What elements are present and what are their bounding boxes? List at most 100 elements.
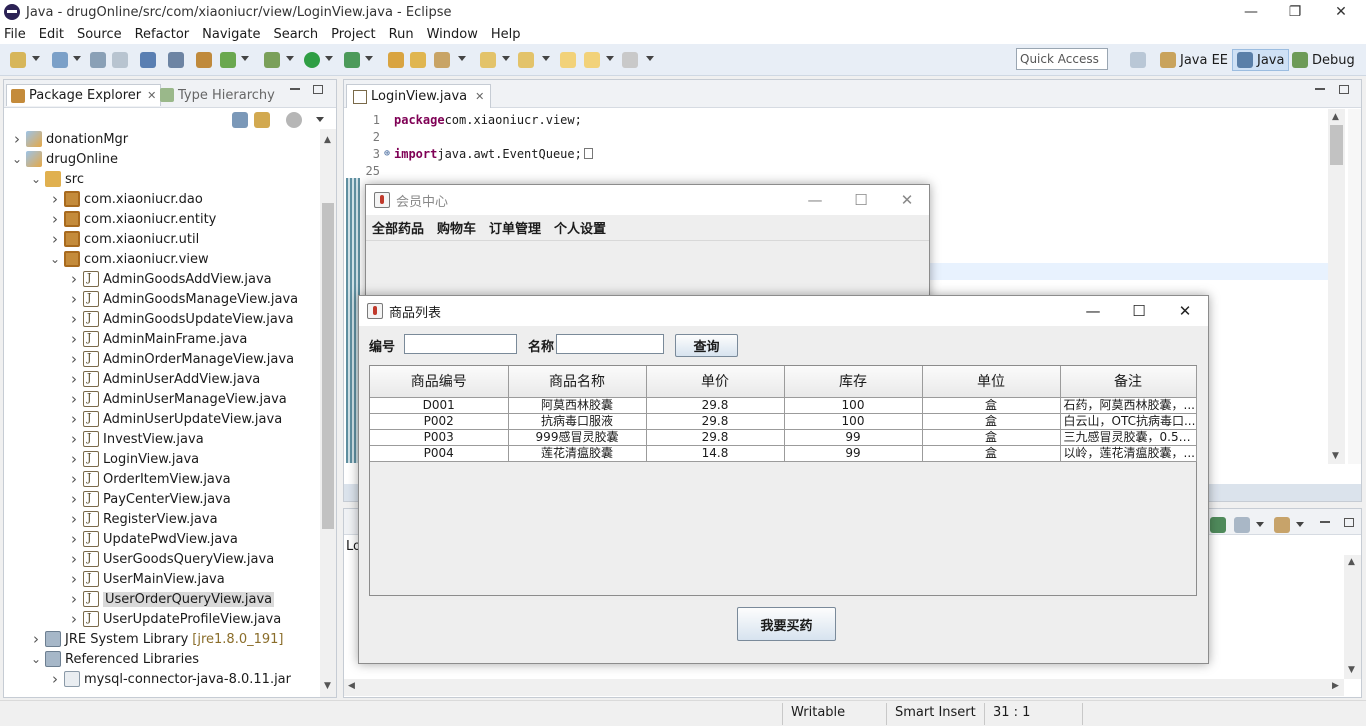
table-cell[interactable]: 14.8 xyxy=(646,445,785,462)
tree-item[interactable]: ⌄ src xyxy=(29,169,84,189)
chevron-right-icon[interactable]: › xyxy=(67,590,81,608)
perspective-debug[interactable]: Debug xyxy=(1288,49,1359,71)
table-cell[interactable]: 999感冒灵胶囊 xyxy=(508,429,647,446)
debug-icon[interactable] xyxy=(264,52,280,68)
maximize-editor-icon[interactable] xyxy=(1339,85,1349,94)
chevron-right-icon[interactable]: › xyxy=(48,190,62,208)
editor-scrollbar-thumb[interactable] xyxy=(1330,125,1343,165)
menu-cart[interactable]: 购物车 xyxy=(437,218,476,237)
tree-item[interactable]: › UserGoodsQueryView.java xyxy=(67,549,274,569)
chevron-right-icon[interactable]: › xyxy=(67,490,81,508)
tree-item[interactable]: › UserMainView.java xyxy=(67,569,225,589)
minimize-console-icon[interactable] xyxy=(1320,521,1330,523)
save-all-icon[interactable] xyxy=(90,52,106,68)
member-minimize-button[interactable]: — xyxy=(792,185,838,215)
package-tree-scrollbar[interactable]: ▲ ▼ xyxy=(320,129,336,697)
focus-icon[interactable] xyxy=(286,112,302,128)
run-icon[interactable] xyxy=(304,52,320,68)
chevron-right-icon[interactable]: › xyxy=(67,570,81,588)
display-console-dropdown-icon[interactable] xyxy=(1256,522,1264,527)
menu-edit[interactable]: Edit xyxy=(39,27,64,42)
chevron-right-icon[interactable]: › xyxy=(67,310,81,328)
chevron-right-icon[interactable]: › xyxy=(67,350,81,368)
table-cell[interactable]: 盒 xyxy=(922,413,1061,430)
search-icon[interactable] xyxy=(434,52,450,68)
menu-run[interactable]: Run xyxy=(389,27,414,42)
chevron-right-icon[interactable]: › xyxy=(67,410,81,428)
column-header[interactable]: 备注 xyxy=(1060,366,1197,398)
tree-item[interactable]: › JRE System Library [jre1.8.0_191] xyxy=(29,629,283,649)
table-row[interactable]: P003 999感冒灵胶囊 29.8 99 盒 三九感冒灵胶囊，0.5G... xyxy=(370,429,1197,446)
quick-access-input[interactable]: Quick Access xyxy=(1016,48,1108,70)
close-tab-icon[interactable]: ✕ xyxy=(475,90,484,103)
tree-item[interactable]: › com.xiaoniucr.entity xyxy=(48,209,216,229)
tree-item[interactable]: › PayCenterView.java xyxy=(67,489,231,509)
chevron-down-icon[interactable]: ⌄ xyxy=(10,152,24,166)
minimize-editor-icon[interactable] xyxy=(1315,88,1325,90)
tree-item[interactable]: ⌄ Referenced Libraries xyxy=(29,649,199,669)
chevron-right-icon[interactable]: › xyxy=(67,270,81,288)
table-cell[interactable]: D001 xyxy=(370,397,509,414)
table-cell[interactable]: 白云山，OTC抗病毒口... xyxy=(1060,413,1197,430)
table-cell[interactable]: 盒 xyxy=(922,397,1061,414)
display-console-icon[interactable] xyxy=(1234,517,1250,533)
perspective-java[interactable]: Java xyxy=(1232,49,1290,71)
table-cell[interactable]: 100 xyxy=(784,413,923,430)
menu-settings[interactable]: 个人设置 xyxy=(554,218,606,237)
table-row[interactable]: D001 阿莫西林胶囊 29.8 100 盒 石药，阿莫西林胶囊，... xyxy=(370,397,1197,414)
prev-annotation-dropdown-icon[interactable] xyxy=(542,56,550,61)
code-line[interactable]: 1 package com.xiaoniucr.view; xyxy=(344,111,582,128)
external-tools-icon[interactable] xyxy=(344,52,360,68)
tree-item[interactable]: › AdminUserUpdateView.java xyxy=(67,409,282,429)
open-type-icon[interactable] xyxy=(388,52,404,68)
back-dropdown-icon[interactable] xyxy=(606,56,614,61)
column-header[interactable]: 商品名称 xyxy=(508,366,647,398)
table-cell[interactable]: 99 xyxy=(784,429,923,446)
open-console-icon[interactable] xyxy=(1274,517,1290,533)
column-header[interactable]: 单位 xyxy=(922,366,1061,398)
menu-refactor[interactable]: Refactor xyxy=(135,27,190,42)
editor-scrollbar[interactable]: ▲ ▼ xyxy=(1328,109,1345,464)
table-cell[interactable]: 29.8 xyxy=(646,429,785,446)
code-line[interactable]: 25 xyxy=(344,162,384,179)
menu-help[interactable]: Help xyxy=(491,27,521,42)
table-cell[interactable]: 以岭，莲花清瘟胶囊，... xyxy=(1060,445,1197,462)
tree-item[interactable]: › donationMgr xyxy=(10,129,128,149)
scroll-up-icon[interactable]: ▲ xyxy=(324,135,331,145)
restore-button[interactable]: ❐ xyxy=(1272,0,1318,24)
table-cell[interactable]: P004 xyxy=(370,445,509,462)
tab-type-hierarchy[interactable]: Type Hierarchy xyxy=(160,84,275,106)
tree-item[interactable]: › OrderItemView.java xyxy=(67,469,231,489)
scrollbar-thumb[interactable] xyxy=(322,203,334,529)
tree-item[interactable]: › com.xiaoniucr.dao xyxy=(48,189,203,209)
chevron-right-icon[interactable]: › xyxy=(48,230,62,248)
tree-item[interactable]: › InvestView.java xyxy=(67,429,204,449)
chevron-right-icon[interactable]: › xyxy=(48,670,62,688)
menu-source[interactable]: Source xyxy=(77,27,122,42)
table-row[interactable]: P002 抗病毒口服液 29.8 100 盒 白云山，OTC抗病毒口... xyxy=(370,413,1197,430)
view-menu-icon[interactable] xyxy=(316,117,324,122)
debug-dropdown-icon[interactable] xyxy=(286,56,294,61)
refresh-dropdown-icon[interactable] xyxy=(241,56,249,61)
new-dropdown-icon[interactable] xyxy=(32,56,40,61)
tree-item[interactable]: › AdminMainFrame.java xyxy=(67,329,247,349)
chevron-right-icon[interactable]: › xyxy=(10,130,24,148)
tree-item[interactable]: › AdminOrderManageView.java xyxy=(67,349,294,369)
buy-drug-button[interactable]: 我要买药 xyxy=(737,607,836,641)
member-maximize-button[interactable]: ☐ xyxy=(838,185,884,215)
last-edit-icon[interactable] xyxy=(560,52,576,68)
close-tab-icon[interactable]: ✕ xyxy=(147,89,156,102)
save-dropdown-icon[interactable] xyxy=(73,56,81,61)
chevron-right-icon[interactable]: › xyxy=(67,610,81,628)
pin-console-icon[interactable] xyxy=(1210,517,1226,533)
column-header[interactable]: 库存 xyxy=(784,366,923,398)
name-input[interactable] xyxy=(556,334,664,354)
tree-item[interactable]: › AdminUserAddView.java xyxy=(67,369,260,389)
chevron-right-icon[interactable]: › xyxy=(67,450,81,468)
menu-navigate[interactable]: Navigate xyxy=(202,27,260,42)
tree-item[interactable]: ⌄ drugOnline xyxy=(10,149,118,169)
table-cell[interactable]: 石药，阿莫西林胶囊，... xyxy=(1060,397,1197,414)
scroll-down-icon[interactable]: ▼ xyxy=(324,681,331,691)
chevron-right-icon[interactable]: › xyxy=(29,630,43,648)
tree-item[interactable]: › RegisterView.java xyxy=(67,509,218,529)
